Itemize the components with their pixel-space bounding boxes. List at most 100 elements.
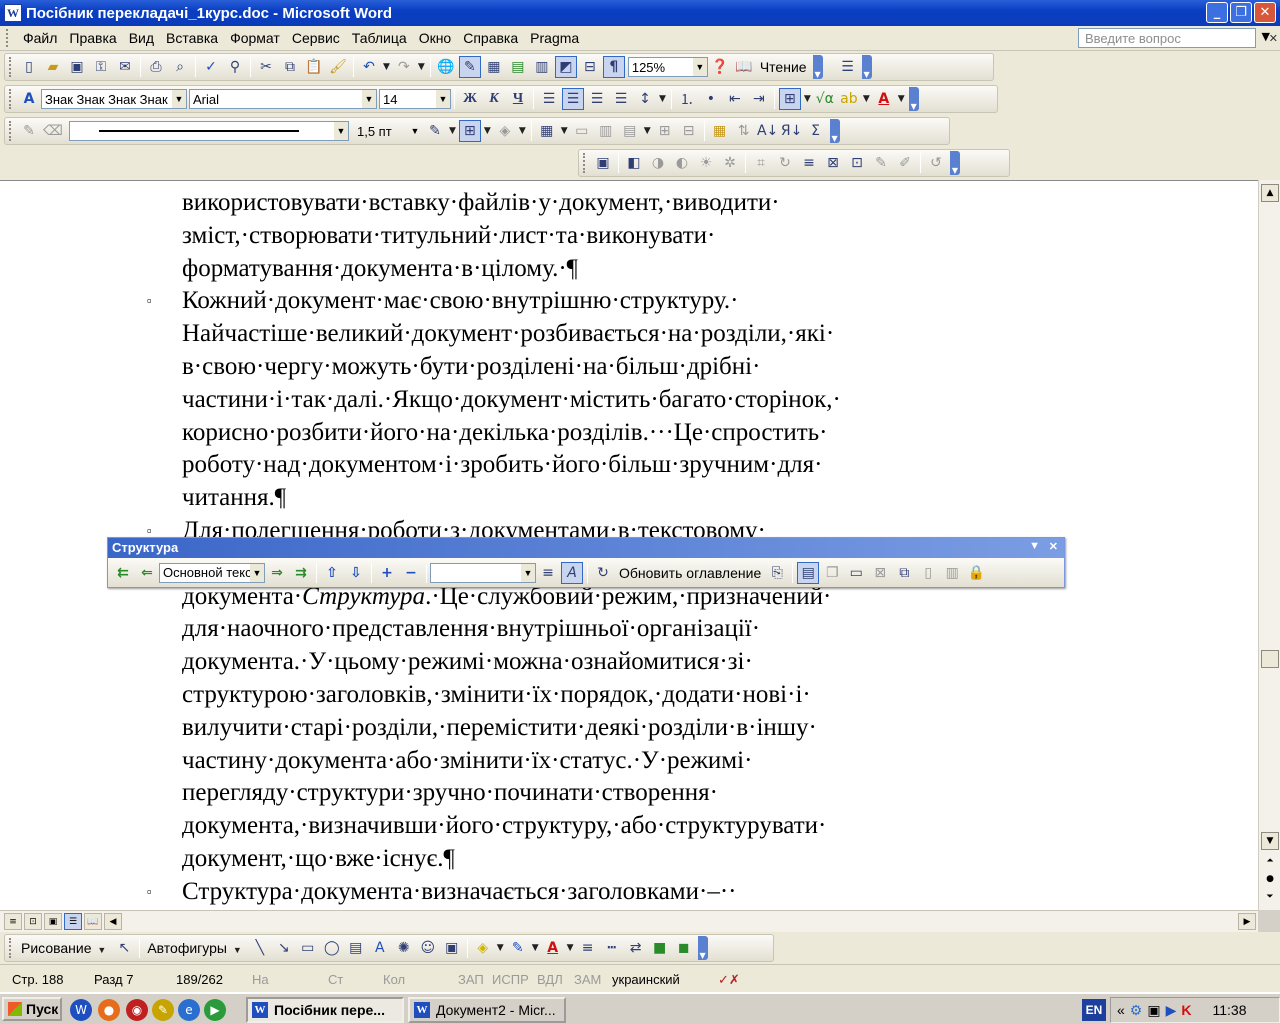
- sort-descending-icon[interactable]: Я↓: [781, 120, 803, 142]
- previous-page-icon[interactable]: ⏶: [1261, 852, 1279, 870]
- outline-view-icon[interactable]: ☰: [837, 56, 859, 78]
- toolbar-options-icon-2[interactable]: ▼: [861, 55, 872, 79]
- demote-to-body-icon[interactable]: ⇉: [290, 562, 312, 584]
- redo-dropdown-icon[interactable]: ▼: [418, 62, 425, 72]
- menu-pragma[interactable]: Pragma: [524, 30, 585, 46]
- bullets-icon[interactable]: •: [700, 88, 722, 110]
- color-icon[interactable]: ◧: [623, 152, 645, 174]
- align-cell-dropdown-icon[interactable]: ▼: [644, 126, 651, 136]
- toolbar-options-icon[interactable]: ▼: [908, 87, 919, 111]
- toolbar-options-icon[interactable]: ▼: [950, 151, 960, 175]
- less-brightness-icon[interactable]: ✲: [719, 152, 741, 174]
- menu-window[interactable]: Окно: [413, 30, 458, 46]
- scroll-down-icon[interactable]: ▼: [1261, 832, 1279, 850]
- status-track-changes[interactable]: ИСПР: [492, 972, 529, 987]
- move-down-icon[interactable]: ⇩: [345, 562, 367, 584]
- quicklaunch-tool-icon[interactable]: ✎: [152, 999, 174, 1021]
- promote-to-heading1-icon[interactable]: ⇇: [112, 562, 134, 584]
- toolbar-options-icon[interactable]: ▼: [812, 55, 823, 79]
- next-page-icon[interactable]: ⏷: [1261, 888, 1279, 906]
- outline-level-dropdown-icon[interactable]: ▼: [250, 563, 264, 582]
- normal-view-icon[interactable]: ≡: [4, 913, 22, 930]
- create-subdocument-icon[interactable]: ▭: [845, 562, 867, 584]
- insert-table-icon[interactable]: ▦: [483, 56, 505, 78]
- insert-picture-icon[interactable]: ▣: [441, 937, 463, 959]
- status-extend[interactable]: ВДЛ: [537, 972, 563, 987]
- drawing-menu-button[interactable]: Рисование ▼: [17, 940, 112, 956]
- less-contrast-icon[interactable]: ◐: [671, 152, 693, 174]
- line-weight-select[interactable]: 1,5 пт ▼: [353, 121, 423, 141]
- text-direction-icon[interactable]: ⇅: [733, 120, 755, 142]
- move-up-icon[interactable]: ⇧: [321, 562, 343, 584]
- quicklaunch-opera-icon[interactable]: ◉: [126, 999, 148, 1021]
- print-layout-icon[interactable]: ▣: [44, 913, 62, 930]
- show-first-line-icon[interactable]: ≡: [537, 562, 559, 584]
- toolbar-grip[interactable]: [9, 938, 13, 958]
- demote-icon[interactable]: ⇒: [266, 562, 288, 584]
- more-contrast-icon[interactable]: ◑: [647, 152, 669, 174]
- new-document-icon[interactable]: ▯: [18, 56, 40, 78]
- scroll-right-icon[interactable]: ▶: [1238, 913, 1256, 930]
- format-picture-icon[interactable]: ✎: [870, 152, 892, 174]
- merge-subdocument-icon[interactable]: ▯: [917, 562, 939, 584]
- show-level-select[interactable]: ▼: [430, 562, 536, 583]
- undo-icon[interactable]: ↶: [358, 56, 380, 78]
- permission-icon[interactable]: ⚿: [90, 56, 112, 78]
- text-wrap-icon[interactable]: ⊡: [846, 152, 868, 174]
- split-cells-icon[interactable]: ▥: [595, 120, 617, 142]
- shading-dropdown-icon[interactable]: ▼: [519, 126, 526, 136]
- status-overtype[interactable]: ЗАМ: [574, 972, 601, 987]
- font-size-dropdown-icon[interactable]: ▼: [436, 90, 450, 108]
- style-select[interactable]: Знак Знак Знак Знак ▼: [41, 89, 187, 109]
- line-color-icon[interactable]: ✎: [507, 937, 529, 959]
- quicklaunch-ie-icon[interactable]: e: [178, 999, 200, 1021]
- copy-icon[interactable]: ⧉: [279, 56, 301, 78]
- menu-file[interactable]: Файл: [17, 30, 63, 46]
- line-style-icon[interactable]: ≡: [577, 937, 599, 959]
- restore-button[interactable]: ❐: [1230, 2, 1252, 23]
- scroll-thumb[interactable]: [1261, 650, 1279, 668]
- justify-icon[interactable]: ☰: [610, 88, 632, 110]
- spelling-status-icon[interactable]: ✓✗: [718, 972, 740, 988]
- highlight-dropdown-icon[interactable]: ▼: [863, 94, 870, 104]
- more-brightness-icon[interactable]: ☀: [695, 152, 717, 174]
- font-size-select[interactable]: 14 ▼: [379, 89, 451, 109]
- borders-icon[interactable]: ⊞: [778, 88, 801, 110]
- shading-color-icon[interactable]: ◈: [494, 120, 516, 142]
- menu-edit[interactable]: Правка: [63, 30, 122, 46]
- distribute-rows-icon[interactable]: ⊞: [654, 120, 676, 142]
- print-icon[interactable]: ⎙: [145, 56, 167, 78]
- close-button[interactable]: ✕: [1254, 2, 1276, 23]
- equation-icon[interactable]: √α: [814, 88, 836, 110]
- scroll-left-icon[interactable]: ◀: [104, 913, 122, 930]
- quicklaunch-word-icon[interactable]: W: [70, 999, 92, 1021]
- zoom-select[interactable]: 125% ▼: [627, 57, 708, 77]
- ask-question-input[interactable]: Введите вопрос: [1078, 28, 1256, 48]
- language-indicator[interactable]: EN: [1082, 999, 1106, 1021]
- border-color-dropdown-icon[interactable]: ▼: [449, 126, 456, 136]
- toolbar-options-icon[interactable]: ▼: [1029, 540, 1040, 552]
- toolbar-grip[interactable]: [9, 57, 13, 77]
- italic-button[interactable]: К: [483, 88, 505, 110]
- format-painter-icon[interactable]: 🖌: [327, 56, 349, 78]
- toolbar-options-icon[interactable]: ▼: [829, 119, 840, 143]
- align-cell-icon[interactable]: ▤: [619, 120, 641, 142]
- menu-help[interactable]: Справка: [457, 30, 524, 46]
- line-style-select[interactable]: ▼: [69, 121, 349, 141]
- set-transparent-icon[interactable]: ✐: [894, 152, 916, 174]
- reading-view-icon[interactable]: 📖: [84, 913, 102, 930]
- line-spacing-icon[interactable]: ↕: [634, 88, 656, 110]
- clip-art-icon[interactable]: ☺: [417, 937, 439, 959]
- highlight-icon[interactable]: ab: [838, 88, 860, 110]
- horizontal-scrollbar[interactable]: ≡ ⊡ ▣ ☰ 📖 ◀ ▶: [0, 910, 1258, 932]
- task-button-document2[interactable]: W Документ2 - Micr...: [408, 997, 566, 1023]
- increase-indent-icon[interactable]: ⇥: [748, 88, 770, 110]
- lock-document-icon[interactable]: 🔒: [965, 562, 987, 584]
- clock[interactable]: 11:38: [1213, 1002, 1247, 1018]
- status-language[interactable]: украинский: [612, 972, 680, 987]
- document-map-icon[interactable]: ⊟: [579, 56, 601, 78]
- split-subdocument-icon[interactable]: ▥: [941, 562, 963, 584]
- insert-excel-icon[interactable]: ▤: [507, 56, 529, 78]
- rotate-icon[interactable]: ↻: [774, 152, 796, 174]
- undo-dropdown-icon[interactable]: ▼: [383, 62, 390, 72]
